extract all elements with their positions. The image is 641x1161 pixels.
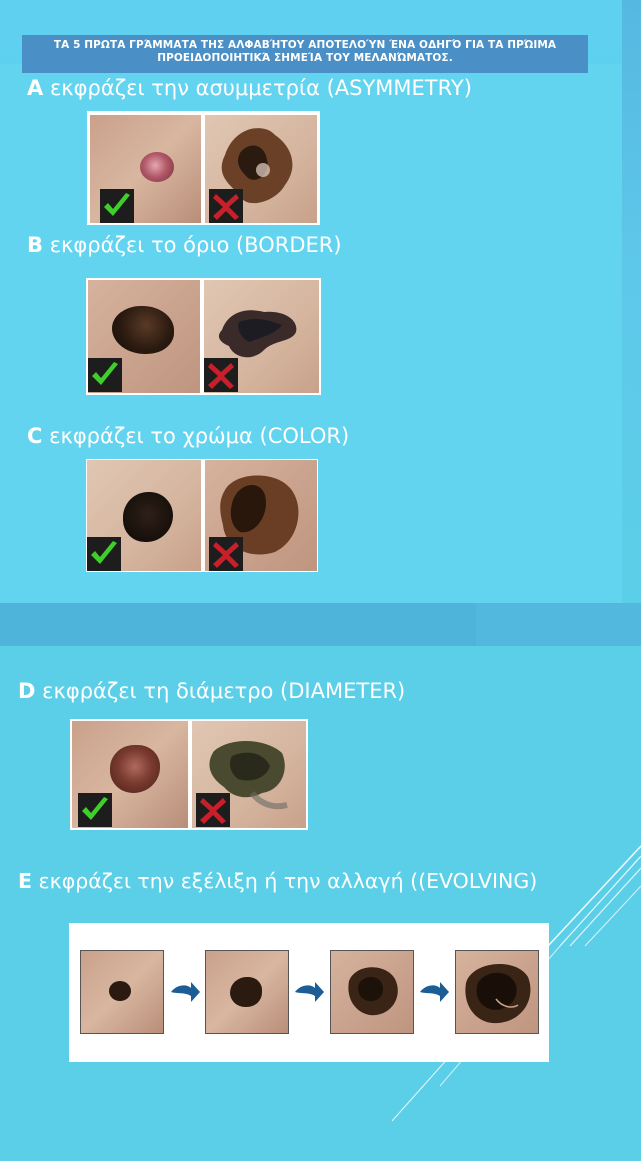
large-diameter-mole-photo <box>192 721 306 828</box>
criterion-text: εκφράζει την εξέλιξη ή την αλλαγή ((EVOL… <box>32 869 538 893</box>
evolution-stage-4-photo <box>455 950 539 1034</box>
cross-icon <box>209 189 243 223</box>
evolution-stage-1-photo <box>80 950 164 1034</box>
varied-color-mole-photo <box>205 460 317 571</box>
heading-color: C εκφράζει το χρώμα (COLOR) <box>27 424 349 448</box>
heading-evolving: E εκφράζει την εξέλιξη ή την αλλαγή ((EV… <box>18 869 537 893</box>
slide-abc: ΤΑ 5 ΠΡΩΤΑ ΓΡΆΜΜΑΤΑ ΤΗΣ ΑΛΦΑΒΉΤΟΥ ΑΠΟΤΕΛ… <box>0 0 641 603</box>
slide-title: ΤΑ 5 ΠΡΩΤΑ ΓΡΆΜΜΑΤΑ ΤΗΣ ΑΛΦΑΒΉΤΟΥ ΑΠΟΤΕΛ… <box>22 35 588 73</box>
criterion-letter: E <box>18 869 33 893</box>
asymmetric-mole-photo <box>205 115 317 223</box>
checkmark-icon <box>78 793 112 827</box>
small-diameter-mole-photo <box>72 721 188 828</box>
arrow-right-icon <box>418 978 450 1008</box>
evolution-stage-2-photo <box>205 950 289 1034</box>
heading-asymmetry: A εκφράζει την ασυμμετρία (ASYMMETRY) <box>27 76 472 100</box>
criterion-letter: A <box>27 76 44 100</box>
criterion-text: εκφράζει το όριο (BORDER) <box>43 233 342 257</box>
checkmark-icon <box>88 358 122 392</box>
cross-icon <box>196 793 230 827</box>
asymmetry-comparison-image <box>87 111 320 225</box>
arrow-right-icon <box>293 978 325 1008</box>
criterion-letter: C <box>27 424 43 448</box>
diameter-comparison-image <box>70 719 308 830</box>
regular-border-mole-photo <box>88 280 200 393</box>
uniform-color-mole-photo <box>87 460 201 571</box>
symmetric-mole-photo <box>90 115 201 223</box>
evolving-sequence-image <box>69 923 549 1062</box>
slide-de: D εκφράζει τη διάμετρο (DIAMETER) E εκφρ… <box>0 646 641 1161</box>
criterion-letter: B <box>27 233 44 257</box>
color-comparison-image <box>86 459 318 572</box>
irregular-border-mole-photo <box>204 280 319 393</box>
heading-diameter: D εκφράζει τη διάμετρο (DIAMETER) <box>18 679 405 703</box>
evolution-stage-3-photo <box>330 950 414 1034</box>
criterion-text: εκφράζει την ασυμμετρία (ASYMMETRY) <box>43 76 472 100</box>
cross-icon <box>209 537 243 571</box>
slide-gap-strip <box>0 603 476 647</box>
heading-border: B εκφράζει το όριο (BORDER) <box>27 233 342 257</box>
checkmark-icon <box>87 537 121 571</box>
border-comparison-image <box>86 278 321 395</box>
criterion-letter: D <box>18 679 36 703</box>
checkmark-icon <box>100 189 134 223</box>
criterion-text: εκφράζει το χρώμα (COLOR) <box>42 424 350 448</box>
criterion-text: εκφράζει τη διάμετρο (DIAMETER) <box>35 679 406 703</box>
cross-icon <box>204 358 238 392</box>
arrow-right-icon <box>169 978 201 1008</box>
